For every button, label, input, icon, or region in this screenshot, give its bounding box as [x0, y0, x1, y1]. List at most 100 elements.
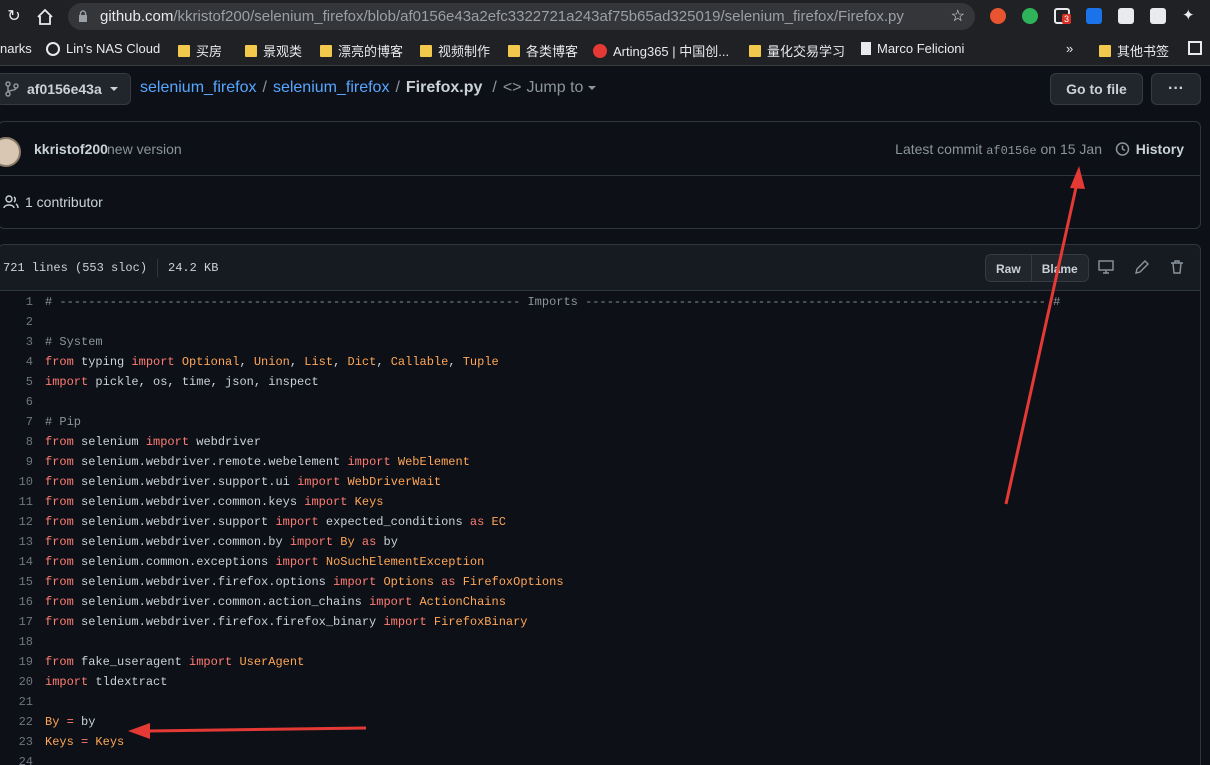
pencil-icon[interactable]	[1134, 259, 1150, 275]
line-number[interactable]: 6	[0, 392, 33, 412]
line-number[interactable]: 8	[0, 432, 33, 452]
raw-button[interactable]: Raw	[986, 255, 1031, 281]
bookmark-folder[interactable]: 量化交易学习	[749, 41, 845, 60]
home-icon[interactable]	[34, 6, 56, 28]
trash-icon[interactable]	[1169, 259, 1185, 275]
line-number[interactable]: 14	[0, 552, 33, 572]
line-number[interactable]: 9	[0, 452, 33, 472]
desktop-icon[interactable]	[1098, 259, 1114, 275]
branch-icon	[5, 81, 19, 97]
code-text: from selenium.webdriver.support import e…	[45, 515, 506, 529]
extension-red-icon[interactable]	[1150, 8, 1166, 24]
line-number[interactable]: 16	[0, 592, 33, 612]
line-number[interactable]: 15	[0, 572, 33, 592]
bookmarks-bar: narks Lin's NAS Cloud 买房 景观类 漂亮的博客 视频制作 …	[0, 33, 1210, 66]
code-text: # System	[45, 335, 103, 349]
line-number[interactable]: 1	[0, 292, 33, 312]
code-line: 21	[0, 692, 1200, 712]
address-bar[interactable]: github.com/kkristof200/selenium_firefox/…	[68, 3, 975, 30]
extension-orange-icon[interactable]	[990, 8, 1006, 24]
bookmark-folder[interactable]: 其他书签	[1099, 41, 1169, 60]
browser-toolbar: ↻ github.com/kkristof200/selenium_firefo…	[0, 0, 1210, 33]
arting-icon	[593, 43, 607, 58]
line-number[interactable]: 12	[0, 512, 33, 532]
breadcrumb: selenium_firefox / selenium_firefox / Fi…	[140, 79, 597, 97]
blame-button[interactable]: Blame	[1030, 255, 1088, 281]
code-line: 12 from selenium.webdriver.support import…	[0, 512, 1200, 532]
code-line: 6	[0, 392, 1200, 412]
line-number[interactable]: 22	[0, 712, 33, 732]
code-text: # Pip	[45, 415, 82, 429]
more-options-button[interactable]: ···	[1151, 73, 1201, 105]
line-number[interactable]: 24	[0, 752, 33, 765]
code-line: 2	[0, 312, 1200, 332]
extension-blue-icon[interactable]	[1086, 8, 1102, 24]
bookmark-folder[interactable]: 视频制作	[420, 41, 490, 60]
bookmark-folder[interactable]: 漂亮的博客	[320, 41, 403, 60]
bookmark-item[interactable]: Arting365 | 中国创...	[593, 41, 729, 60]
line-number[interactable]: 5	[0, 372, 33, 392]
line-number[interactable]: 3	[0, 332, 33, 352]
line-number[interactable]: 10	[0, 472, 33, 492]
bookmark-item[interactable]: narks	[0, 41, 32, 56]
line-number[interactable]: 7	[0, 412, 33, 432]
jump-to-menu[interactable]: <> Jump to	[503, 79, 597, 97]
bookmark-folder[interactable]: 景观类	[245, 41, 302, 60]
go-to-file-button[interactable]: Go to file	[1050, 73, 1143, 105]
bookmark-folder[interactable]: 买房	[178, 41, 222, 60]
code-line: 22 By = by	[0, 712, 1200, 732]
code-text: By = by	[45, 715, 96, 729]
code-text: from fake_useragent import UserAgent	[45, 655, 305, 669]
latest-commit-row: kkristof200 new version Latest commit af…	[0, 122, 1200, 176]
line-number[interactable]: 19	[0, 652, 33, 672]
commit-message[interactable]: new version	[107, 141, 182, 157]
chevron-down-icon	[109, 87, 118, 91]
line-number[interactable]: 21	[0, 692, 33, 712]
code-icon: <>	[502, 79, 522, 96]
code-line: 18	[0, 632, 1200, 652]
download-icon[interactable]	[1118, 8, 1134, 24]
file-actions: Raw Blame	[985, 254, 1089, 282]
line-number[interactable]: 18	[0, 632, 33, 652]
code-line: 5 import pickle, os, time, json, inspect	[0, 372, 1200, 392]
commit-sha[interactable]: af0156e	[986, 144, 1036, 158]
bookmark-item[interactable]: Lin's NAS Cloud	[46, 41, 160, 56]
code-line: 24	[0, 752, 1200, 765]
code-line: 11 from selenium.webdriver.common.keys im…	[0, 492, 1200, 512]
breadcrumb-repo-link[interactable]: selenium_firefox	[140, 79, 257, 97]
contributors-link[interactable]: 1 contributor	[3, 194, 103, 210]
breadcrumb-dir-link[interactable]: selenium_firefox	[273, 79, 390, 97]
avatar[interactable]	[0, 137, 21, 167]
code-text: from selenium.common.exceptions import N…	[45, 555, 485, 569]
bookmark-folder[interactable]: 各类博客	[508, 41, 578, 60]
line-number[interactable]: 23	[0, 732, 33, 752]
code-text: import pickle, os, time, json, inspect	[45, 375, 319, 389]
bookmark-item[interactable]: Marco Felicioni	[861, 41, 964, 56]
line-number[interactable]: 17	[0, 612, 33, 632]
code-text: from selenium import webdriver	[45, 435, 262, 449]
lock-icon	[79, 10, 87, 22]
reload-icon[interactable]: ↻	[3, 6, 25, 28]
extension-badge-icon[interactable]: 3	[1054, 8, 1072, 24]
commit-author[interactable]: kkristof200	[34, 141, 108, 157]
reading-list-icon[interactable]	[1188, 41, 1202, 55]
evernote-extension-icon[interactable]	[1022, 8, 1038, 24]
puzzle-icon[interactable]: ✦	[1182, 8, 1198, 24]
history-button[interactable]: History	[1108, 134, 1200, 164]
code-line: 13 from selenium.webdriver.common.by impo…	[0, 532, 1200, 552]
code-line: 1 # -------------------------------------…	[0, 292, 1200, 312]
branch-selector[interactable]: af0156e43a	[0, 73, 131, 105]
line-number[interactable]: 2	[0, 312, 33, 332]
line-number[interactable]: 13	[0, 532, 33, 552]
file-viewer: 721 lines (553 sloc) 24.2 KB Raw Blame 1…	[0, 244, 1201, 765]
line-number[interactable]: 11	[0, 492, 33, 512]
line-number[interactable]: 4	[0, 352, 33, 372]
commit-info-box: kkristof200 new version Latest commit af…	[0, 121, 1201, 229]
bookmarks-more-button[interactable]: »	[1066, 41, 1073, 56]
bookmark-star-icon[interactable]: ☆	[951, 6, 965, 26]
people-icon	[3, 195, 19, 209]
line-number[interactable]: 20	[0, 672, 33, 692]
